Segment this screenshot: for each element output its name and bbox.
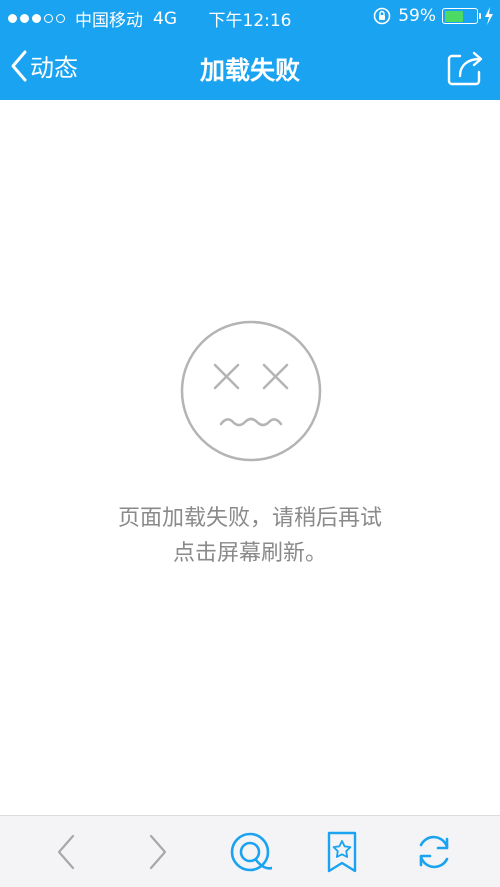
forward-arrow-icon bbox=[149, 834, 167, 870]
forward-arrow-button[interactable] bbox=[136, 830, 180, 874]
browser-home-button[interactable] bbox=[228, 830, 272, 874]
network-type: 4G bbox=[153, 8, 177, 29]
back-arrow-icon bbox=[57, 834, 75, 870]
top-bar: 中国移动 4G 下午12:16 59% 动态 加载失败 bbox=[0, 0, 500, 100]
battery-percent: 59% bbox=[398, 6, 436, 26]
charging-bolt-icon bbox=[485, 7, 493, 25]
back-label: 动态 bbox=[30, 54, 78, 82]
battery-icon bbox=[442, 8, 481, 24]
rotation-lock-icon bbox=[373, 7, 391, 25]
status-right: 59% bbox=[372, 6, 494, 26]
refresh-icon bbox=[419, 835, 449, 869]
carrier-name: 中国移动 bbox=[75, 11, 143, 31]
status-bar: 中国移动 4G 下午12:16 59% bbox=[0, 0, 500, 34]
back-button[interactable]: 动态 bbox=[10, 48, 78, 83]
bottom-toolbar bbox=[0, 815, 500, 887]
bookmark-button[interactable] bbox=[320, 830, 364, 874]
navigation-bar: 动态 加载失败 bbox=[0, 34, 500, 100]
error-face-icon bbox=[180, 320, 322, 462]
battery-fill bbox=[444, 10, 463, 22]
browser-home-icon bbox=[230, 832, 272, 872]
share-icon bbox=[447, 51, 483, 86]
error-message-line2[interactable]: 点击屏幕刷新。 bbox=[0, 537, 500, 571]
chevron-left-icon bbox=[11, 50, 27, 81]
bookmark-star-icon bbox=[327, 831, 357, 873]
status-left: 中国移动 4G bbox=[8, 6, 177, 31]
share-button[interactable] bbox=[446, 48, 486, 88]
refresh-button[interactable] bbox=[412, 830, 456, 874]
signal-strength-icon bbox=[8, 14, 65, 23]
back-arrow-button[interactable] bbox=[44, 830, 88, 874]
error-message-line1[interactable]: 页面加载失败，请稍后再试 bbox=[0, 502, 500, 536]
